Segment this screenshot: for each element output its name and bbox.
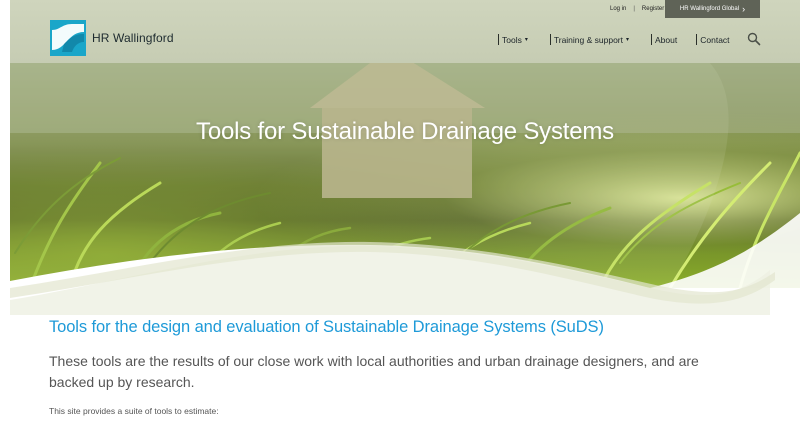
hr-wallingford-logo-icon <box>50 20 86 56</box>
search-icon[interactable] <box>747 32 761 46</box>
nav-item-training-support[interactable]: Training & support ▾ <box>549 34 630 45</box>
nav-item-label: Tools <box>502 34 522 45</box>
hero-wave-decoration <box>10 241 775 315</box>
logo-link[interactable]: HR Wallingford <box>50 20 174 56</box>
nav-item-about[interactable]: About <box>651 34 677 45</box>
util-separator: | <box>633 6 635 12</box>
global-site-label: HR Wallingford Global <box>679 6 740 12</box>
nav-item-label: Training & support <box>553 34 623 45</box>
login-link[interactable]: Log in <box>610 6 626 12</box>
hero-title: Tools for Sustainable Drainage Systems <box>196 118 614 145</box>
caret-down-icon: ▾ <box>524 37 528 43</box>
nav-item-tools[interactable]: Tools ▾ <box>498 34 528 45</box>
site-header: HR Wallingford Log in | Register HR Wall… <box>10 0 800 63</box>
global-site-button[interactable]: HR Wallingford Global › <box>665 0 760 18</box>
lead-paragraph: These tools are the results of our close… <box>49 353 699 390</box>
utility-nav: Log in | Register <box>610 6 664 12</box>
nav-item-label: About <box>655 34 678 45</box>
chevron-right-icon: › <box>742 4 746 14</box>
intro-paragraph: This site provides a suite of tools to e… <box>49 406 219 416</box>
main-content: Tools for the design and evaluation of S… <box>49 318 769 416</box>
caret-down-icon: ▾ <box>626 37 630 43</box>
nav-item-label: Contact <box>700 34 730 45</box>
nav-item-contact[interactable]: Contact <box>696 34 730 45</box>
main-nav: Tools ▾ Training & support ▾ About Conta… <box>498 34 750 45</box>
logo-text: HR Wallingford <box>92 31 174 45</box>
register-link[interactable]: Register <box>642 6 664 12</box>
section-heading: Tools for the design and evaluation of S… <box>49 318 604 336</box>
